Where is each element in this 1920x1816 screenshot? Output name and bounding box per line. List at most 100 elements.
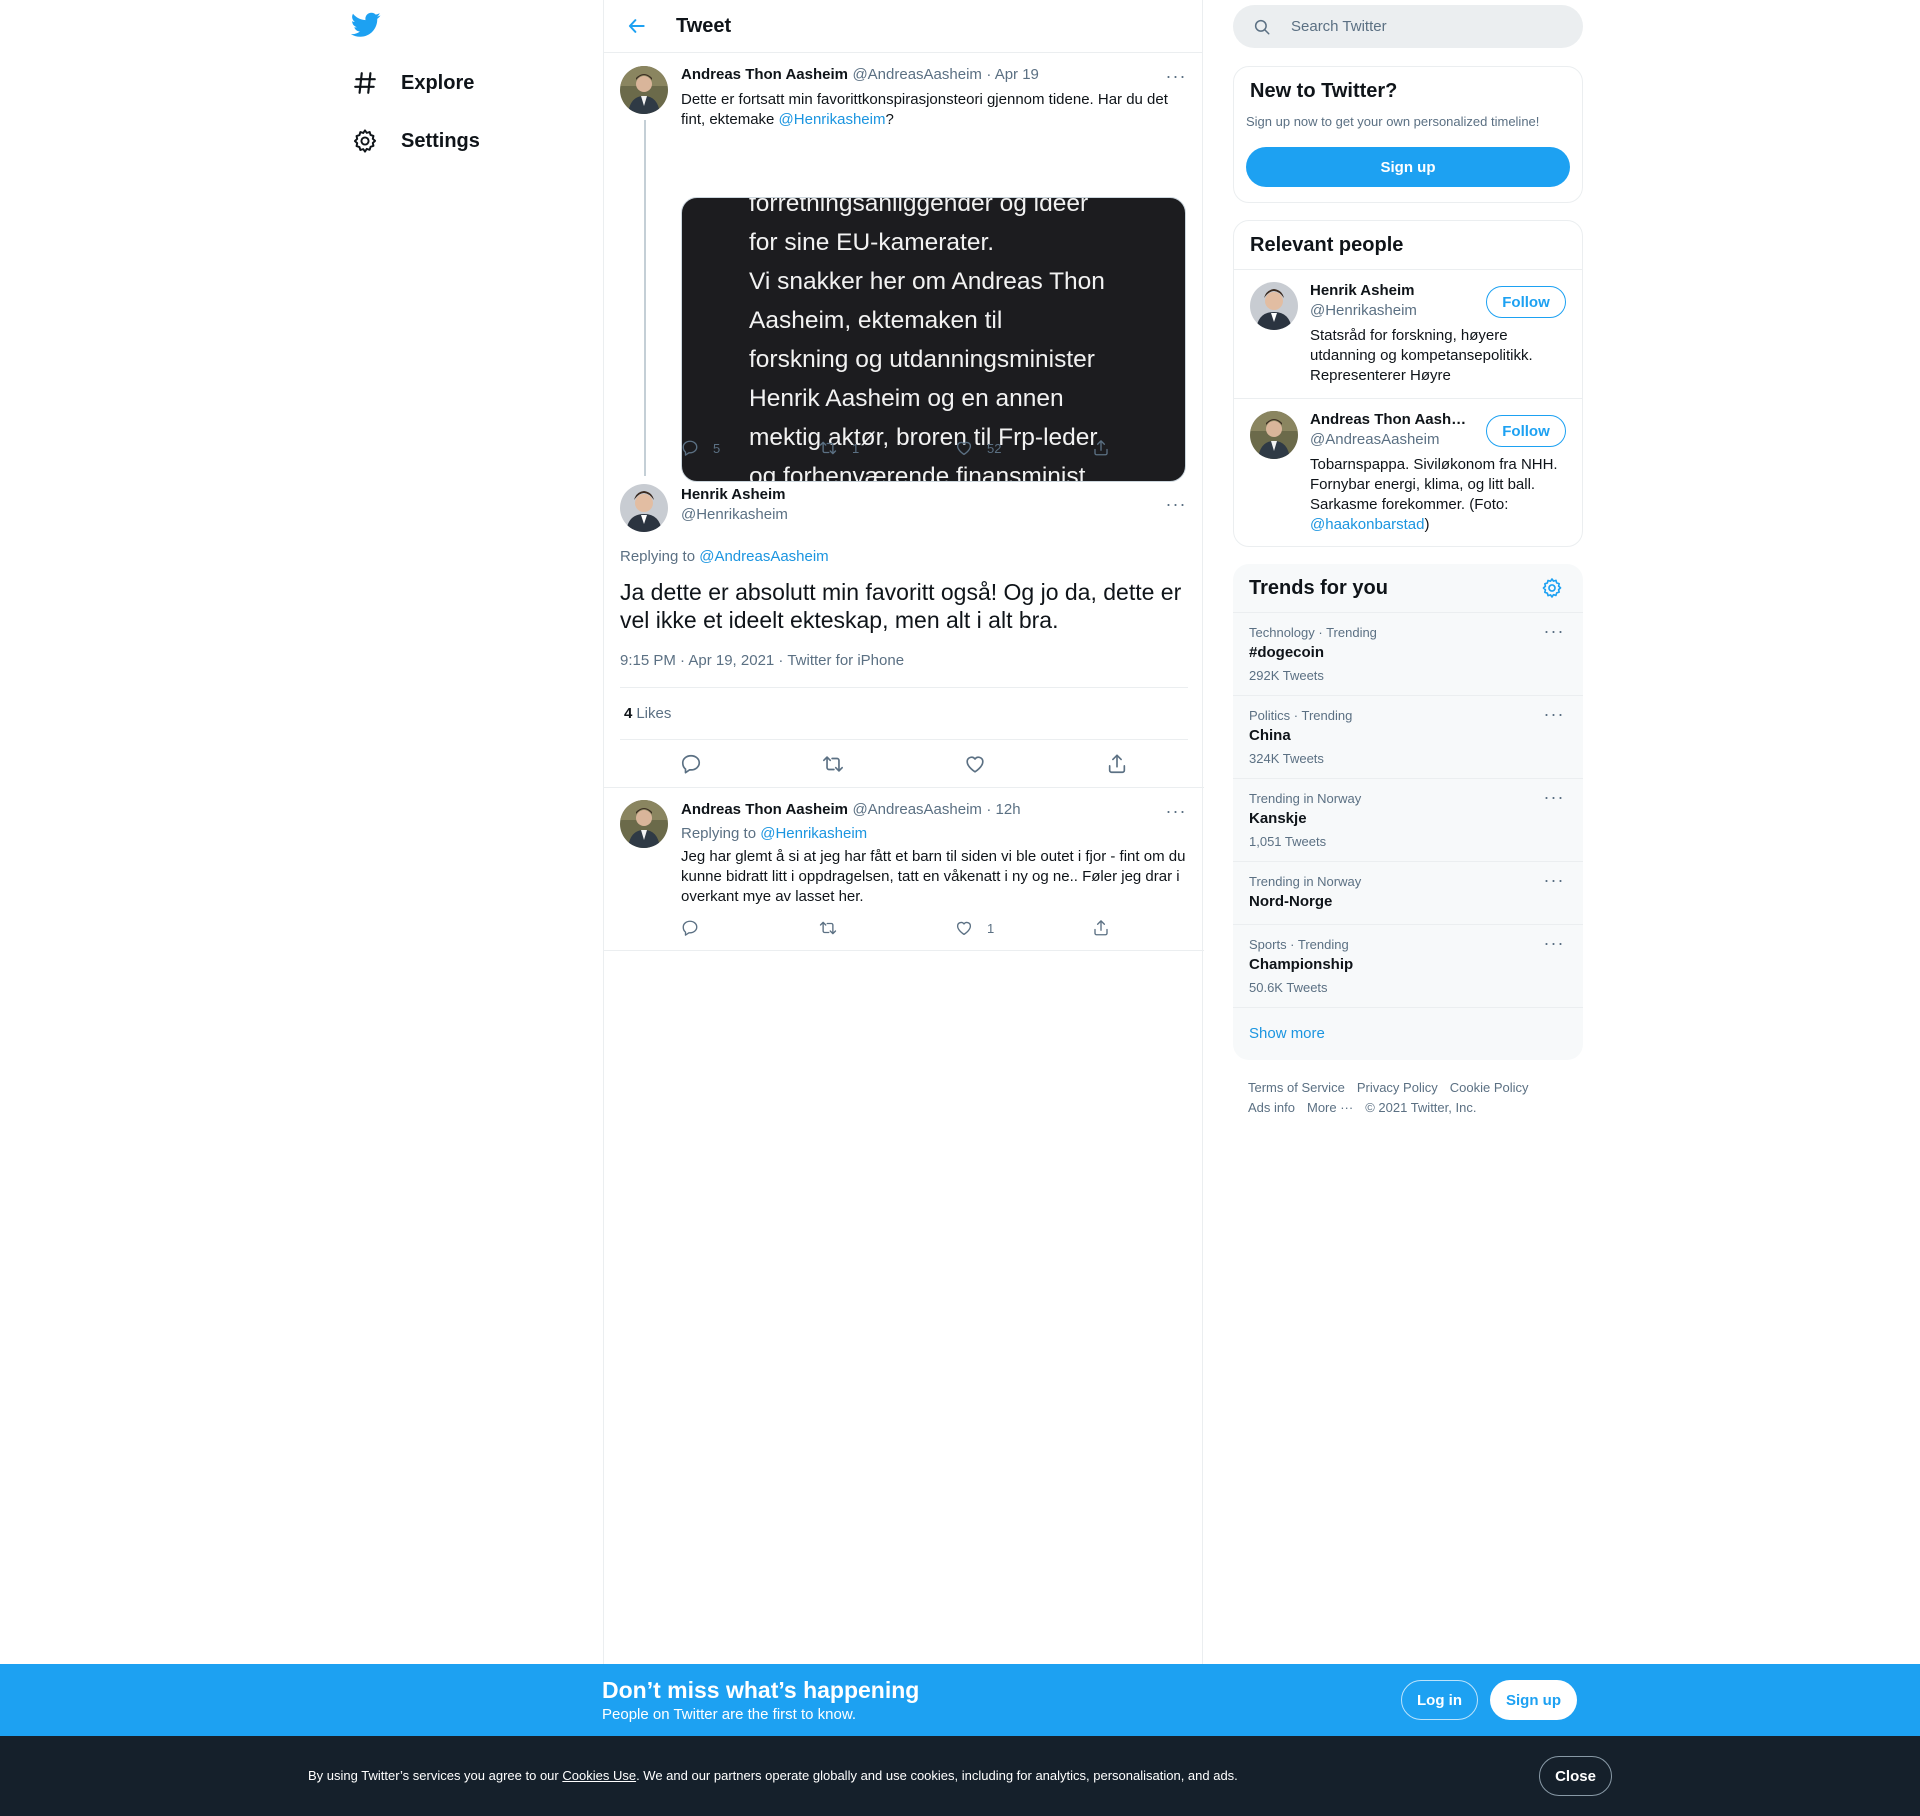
image-line: for sine EU-kamerater. (749, 229, 995, 256)
gear-icon (351, 127, 379, 155)
share-button[interactable] (1092, 439, 1229, 457)
trend-item[interactable]: Technology · Trending #dogecoin 292K Twe… (1233, 612, 1583, 695)
trend-item[interactable]: Trending in Norway Kanskje 1,051 Tweets … (1233, 778, 1583, 861)
more-options-icon[interactable]: ··· (1539, 621, 1569, 641)
trend-item[interactable]: Trending in Norway Nord-Norge ··· (1233, 861, 1583, 924)
trend-name: Nord-Norge (1249, 893, 1333, 910)
person-handle[interactable]: @AndreasAasheim (1310, 431, 1439, 448)
image-line: Henrik Aasheim og en annen (749, 385, 1064, 412)
parent-tweet[interactable]: Andreas Thon Aasheim @AndreasAasheim · A… (604, 54, 1204, 482)
reply-button[interactable] (671, 744, 711, 784)
trend-item[interactable]: Sports · Trending Championship 50.6K Twe… (1233, 924, 1583, 1007)
close-button[interactable]: Close (1539, 1756, 1612, 1796)
share-icon (1094, 440, 1108, 456)
retweet-button[interactable] (813, 744, 853, 784)
nav-explore[interactable]: Explore (351, 58, 474, 108)
reply-count: 5 (713, 440, 721, 456)
reply-tweet[interactable]: Andreas Thon Aasheim @AndreasAasheim · 1… (604, 789, 1204, 951)
image-line: Vi snakker her om Andreas Thon (749, 268, 1105, 295)
author-handle[interactable]: @AndreasAasheim (852, 801, 981, 818)
trend-count: 1,051 Tweets (1249, 834, 1327, 849)
like-button[interactable] (955, 744, 995, 784)
search-input[interactable] (1291, 18, 1551, 35)
likes-stat[interactable]: 4 Likes (620, 687, 1188, 740)
replying-to-link[interactable]: @Henrikasheim (760, 825, 867, 842)
banner-signup-button[interactable]: Sign up (1490, 1680, 1577, 1720)
bio-mention-link[interactable]: @haakonbarstad (1310, 516, 1424, 533)
author-name[interactable]: Andreas Thon Aasheim (681, 801, 848, 818)
trend-name: Kanskje (1249, 810, 1307, 827)
trend-count: 324K Tweets (1249, 751, 1324, 766)
like-count: 1 (987, 920, 995, 936)
main-column: Tweet Andreas Thon Aasheim @AndreasAashe… (603, 0, 1204, 1664)
author-name[interactable]: Andreas Thon Aasheim (681, 66, 848, 83)
login-button[interactable]: Log in (1401, 1680, 1478, 1720)
show-more-row[interactable]: Show more (1233, 1007, 1583, 1060)
privacy-link[interactable]: Privacy Policy (1357, 1080, 1438, 1095)
focused-tweet-actions (620, 740, 1188, 788)
nav-settings[interactable]: Settings (351, 116, 480, 166)
terms-link[interactable]: Terms of Service (1248, 1080, 1345, 1095)
more-options-icon[interactable]: ··· (1161, 801, 1191, 821)
mention-link[interactable]: @Henrikasheim (779, 111, 886, 128)
avatar[interactable] (620, 800, 668, 848)
page-header: Tweet (604, 0, 1202, 53)
author-name[interactable]: Henrik Asheim (681, 486, 788, 503)
cookie-policy-link[interactable]: Cookie Policy (1450, 1080, 1529, 1095)
follow-button[interactable]: Follow (1486, 415, 1566, 447)
tweet-time[interactable]: · 12h (986, 801, 1020, 818)
twitter-logo-icon[interactable] (350, 12, 381, 38)
reply-button[interactable]: 5 (681, 439, 818, 457)
like-count: 52 (987, 440, 1002, 456)
replying-to-link[interactable]: @AndreasAasheim (699, 548, 828, 565)
person-handle[interactable]: @Henrikasheim (1310, 302, 1417, 319)
likes-label: Likes (636, 705, 672, 722)
tweet-timestamp[interactable]: 9:15 PM · Apr 19, 2021 · Twitter for iPh… (620, 652, 904, 669)
person-name[interactable]: Henrik Asheim (1310, 282, 1414, 299)
avatar[interactable] (620, 66, 668, 114)
cookies-use-link[interactable]: Cookies Use (562, 1768, 636, 1783)
replying-to: Replying to @AndreasAasheim (620, 548, 829, 565)
more-link[interactable]: More ··· (1307, 1100, 1353, 1115)
trends-card: Trends for you Technology · Trending #do… (1233, 564, 1583, 1060)
more-options-icon[interactable]: ··· (1539, 870, 1569, 890)
reply-icon (681, 754, 701, 774)
retweet-button[interactable]: 1 (818, 439, 955, 457)
person-name[interactable]: Andreas Thon Aash… (1310, 411, 1466, 428)
search-icon (1253, 18, 1271, 36)
avatar[interactable] (1250, 282, 1298, 330)
trend-name: China (1249, 727, 1291, 744)
reply-icon (682, 920, 698, 936)
more-options-icon[interactable]: ··· (1539, 787, 1569, 807)
more-options-icon[interactable]: ··· (1161, 66, 1191, 86)
person-item[interactable]: Henrik Asheim @Henrikasheim Follow Stats… (1234, 269, 1582, 398)
like-button[interactable]: 52 (955, 439, 1092, 457)
reply-button[interactable] (681, 919, 818, 937)
more-options-icon[interactable]: ··· (1161, 494, 1191, 514)
follow-button[interactable]: Follow (1486, 286, 1566, 318)
share-button[interactable] (1092, 919, 1229, 937)
copyright: © 2021 Twitter, Inc. (1365, 1100, 1477, 1115)
search-box[interactable] (1233, 5, 1583, 48)
person-item[interactable]: Andreas Thon Aash… @AndreasAasheim Follo… (1234, 398, 1582, 546)
signup-button[interactable]: Sign up (1246, 147, 1570, 187)
trend-category: Politics · Trending (1249, 708, 1353, 723)
like-button[interactable]: 1 (955, 919, 1092, 937)
more-options-icon[interactable]: ··· (1539, 704, 1569, 724)
avatar[interactable] (1250, 411, 1298, 459)
share-button[interactable] (1097, 744, 1137, 784)
back-button[interactable] (620, 9, 654, 43)
cookie-text-part: By using Twitter’s services you agree to… (308, 1768, 563, 1783)
ads-info-link[interactable]: Ads info (1248, 1100, 1295, 1115)
avatar[interactable] (620, 484, 668, 532)
author-handle[interactable]: @Henrikasheim (681, 506, 788, 523)
show-more-link[interactable]: Show more (1249, 1025, 1325, 1042)
share-icon (1094, 920, 1108, 936)
replying-label: Replying to (681, 825, 761, 842)
author-handle[interactable]: @AndreasAasheim (852, 66, 981, 83)
more-options-icon[interactable]: ··· (1539, 933, 1569, 953)
trend-item[interactable]: Politics · Trending China 324K Tweets ··… (1233, 695, 1583, 778)
retweet-button[interactable] (818, 919, 955, 937)
trends-settings-icon[interactable] (1541, 577, 1565, 601)
tweet-time[interactable]: · Apr 19 (986, 66, 1039, 83)
